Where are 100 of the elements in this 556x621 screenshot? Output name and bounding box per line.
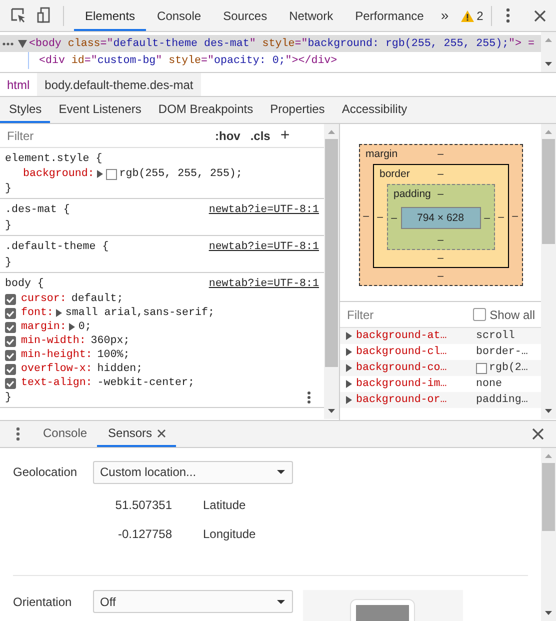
more-options-icon[interactable] — [506, 8, 510, 23]
source-link[interactable]: newtab?ie=UTF-8:1 — [208, 278, 319, 290]
field-label: Longitude — [203, 526, 256, 540]
source-link[interactable]: newtab?ie=UTF-8:1 — [208, 241, 319, 253]
close-icon[interactable] — [157, 428, 166, 438]
css-selector: element.style { — [5, 153, 102, 165]
closing-brace: } — [5, 256, 12, 268]
more-options-icon[interactable] — [307, 391, 311, 404]
box-value: – — [511, 210, 519, 222]
computed-property-name: background-or… — [356, 394, 448, 406]
css-property-value: 0; — [78, 321, 92, 333]
checkbox[interactable] — [5, 350, 16, 360]
box-value: – — [436, 251, 444, 266]
box-value: – — [483, 212, 491, 224]
box-value: – — [438, 168, 444, 182]
expand-arrow-icon[interactable] — [56, 309, 62, 317]
field-label: Geolocation — [13, 465, 78, 479]
checkbox[interactable] — [5, 378, 16, 388]
panel-tab[interactable]: Performance — [344, 0, 435, 31]
sidebar-tab[interactable]: Accessibility — [332, 97, 416, 123]
checkbox[interactable] — [5, 294, 16, 304]
computed-property-value: rgb(2… — [489, 362, 528, 374]
breadcrumb[interactable]: html — [0, 73, 37, 96]
closing-brace: } — [5, 182, 12, 194]
expand-arrow-icon[interactable] — [97, 170, 104, 178]
css-property-name: text-align: — [21, 377, 92, 389]
sidebar-tab[interactable]: Event Listeners — [50, 97, 150, 123]
computed-property-value: scroll — [476, 330, 515, 342]
sidebar-tab[interactable]: DOM Breakpoints — [149, 97, 262, 123]
dom-node-row[interactable]: <div id="custom-bg" style="opacity: 0;"></div> — [0, 52, 541, 69]
css-property-value: 100%; — [97, 349, 130, 361]
computed-property-name: background-im… — [356, 378, 448, 390]
css-property-value: -webkit-center; — [97, 377, 194, 389]
computed-property-value: none — [476, 378, 502, 390]
coordinate-value[interactable]: 51.507351 — [13, 498, 172, 512]
dropdown[interactable]: Custom location... — [93, 460, 293, 484]
close-icon[interactable] — [532, 428, 544, 440]
css-property-value: small arial,sans-serif; — [65, 307, 214, 319]
box-label: margin — [366, 148, 399, 162]
more-options-icon[interactable] — [16, 427, 20, 441]
box-value: – — [436, 269, 444, 284]
box-value: – — [438, 188, 444, 202]
css-property-value: default; — [71, 293, 124, 305]
expand-arrow-icon[interactable] — [18, 40, 27, 48]
inspect-icon[interactable] — [10, 7, 27, 24]
box-value: – — [362, 210, 370, 222]
checkbox[interactable] — [5, 336, 16, 346]
dropdown[interactable]: Off — [93, 590, 293, 613]
html-code: <div id="custom-bg" style="opacity: 0;"></div> — [39, 54, 338, 66]
checkbox[interactable] — [5, 322, 16, 332]
scrollbar[interactable] — [541, 124, 556, 419]
close-icon[interactable] — [534, 10, 546, 22]
checkbox[interactable] — [5, 308, 16, 318]
box-label: border — [380, 168, 411, 182]
color-swatch[interactable] — [106, 168, 118, 180]
dom-node-row[interactable]: <body class="default-theme des-mat" style="background: rgb(255, 255, 255);"> = — [0, 35, 541, 52]
drawer-tab[interactable]: Sensors — [97, 421, 176, 447]
scrollbar[interactable] — [324, 124, 339, 419]
breadcrumb[interactable]: body.default-theme.des-mat — [36, 73, 202, 96]
computed-property-name: background-cl… — [356, 346, 448, 358]
scrollbar[interactable] — [541, 32, 556, 72]
show-all-checkbox[interactable]: Show all — [472, 308, 535, 322]
computed-property-name: background-at… — [356, 330, 448, 342]
scrollbar[interactable] — [541, 448, 556, 621]
computed-property-name: background-co… — [356, 362, 448, 374]
drawer-tab[interactable]: Console — [32, 421, 98, 447]
warning-count: 2 — [476, 8, 484, 22]
coordinate-value[interactable]: -0.127758 — [13, 526, 172, 540]
box-value: – — [436, 233, 444, 248]
panel-tab[interactable]: Console — [146, 0, 212, 31]
panel-tab[interactable]: Elements — [74, 0, 146, 31]
panel-tab[interactable]: Sources — [212, 0, 278, 31]
warnings-counter[interactable]: 2 — [460, 8, 484, 22]
caret-icon — [277, 600, 285, 604]
closing-brace: } — [5, 220, 12, 232]
toolbar-button[interactable]: .cls — [245, 128, 276, 142]
css-selector: body { — [5, 278, 44, 290]
dots-icon[interactable] — [2, 40, 14, 46]
css-property-name: min-width: — [21, 335, 86, 347]
device-toolbar-icon[interactable] — [37, 7, 51, 24]
sidebar-tab[interactable]: Styles — [0, 97, 50, 123]
sidebar-tab[interactable]: Properties — [261, 97, 333, 123]
toolbar-button[interactable]: + — [275, 126, 295, 144]
html-code: <body class="default-theme des-mat" style="background: rgb(255, 255, 255);"> = — [29, 38, 534, 50]
warning-icon — [460, 10, 474, 22]
panel-tab[interactable]: Network — [278, 0, 344, 31]
field-label: Orientation — [13, 594, 73, 611]
source-link[interactable]: newtab?ie=UTF-8:1 — [208, 204, 319, 216]
color-swatch[interactable] — [476, 362, 487, 374]
toolbar-button[interactable]: :hov — [210, 128, 246, 142]
closing-brace: } — [5, 392, 12, 404]
computed-property-value: padding… — [476, 394, 528, 406]
checkbox[interactable] — [5, 364, 16, 374]
css-property-name: overflow-x: — [21, 363, 92, 375]
more-tabs-button[interactable]: » — [434, 0, 455, 31]
box-label: padding — [394, 188, 432, 202]
css-property-name: font: — [21, 307, 54, 319]
css-property-name: background: — [23, 168, 94, 180]
expand-arrow-icon[interactable] — [69, 323, 76, 331]
css-selector: .des-mat { — [5, 204, 70, 216]
